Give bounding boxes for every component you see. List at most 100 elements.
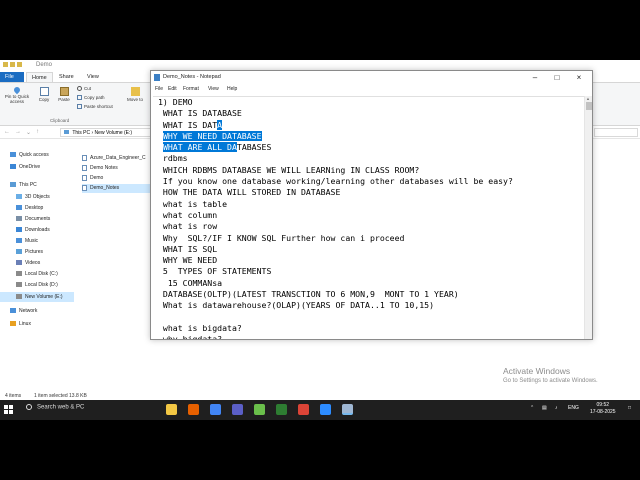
move-to-icon [130,87,140,96]
notepad-line: WHY WE NEED [158,255,218,266]
sheets-icon[interactable] [276,404,287,415]
search-icon [26,404,32,410]
tree-item[interactable]: Local Disk (D:) [0,280,74,290]
tree-item[interactable]: OneDrive [0,162,74,172]
pc-icon [64,130,69,134]
notepad-line: WHAT ARE ALL DATABASES [162,142,272,153]
tree-item-icon [16,238,22,244]
up-arrow-icon[interactable]: ↑ [36,129,39,135]
tree-item[interactable]: Downloads [0,225,74,235]
notepad-line: What is datawarehouse?(OLAP)(YEARS OF DA… [158,300,435,311]
cut-button[interactable]: Cut [77,86,92,92]
tree-item-label: Pictures [25,249,44,255]
file-list-item[interactable]: Azure_Data_Engineer_C [82,154,150,163]
chrome-red-icon[interactable] [298,404,309,415]
tree-item[interactable]: Network [0,306,74,316]
tree-item[interactable]: Local Disk (C:) [0,269,74,279]
tree-item[interactable]: This PC [0,180,74,190]
volume-icon[interactable]: ♪ [555,405,558,411]
menu-edit[interactable]: Edit [168,86,177,92]
tree-item[interactable]: Videos [0,258,74,268]
tree-item[interactable]: New Volume (E:) [0,292,74,302]
taskbar-clock[interactable]: 09:52 17-08-2025 [590,402,616,416]
tree-item[interactable]: 3D Objects [0,192,74,202]
scroll-thumb[interactable] [586,102,592,110]
tree-item[interactable]: Pictures [0,247,74,257]
selected-text: WHY WE NEED DATABASE [162,130,262,141]
paste-button[interactable]: Paste [55,87,73,102]
address-bar[interactable]: This PC › New Volume (E:) [60,128,152,137]
tree-item-icon [10,152,16,158]
close-button[interactable]: × [568,72,590,83]
tree-item-icon [10,308,16,314]
file-list-item[interactable]: Demo [82,174,150,183]
pin-label: Pin to Quick access [4,94,30,104]
forward-arrow-icon[interactable]: → [15,129,21,135]
tree-item-icon [16,227,22,233]
scroll-up-icon[interactable]: ▲ [586,96,590,101]
network-icon[interactable]: ▤ [542,405,547,411]
tree-item-label: Local Disk (C:) [25,271,58,277]
copy-path-button[interactable]: Copy path [77,95,105,101]
tree-item-label: Quick access [19,152,49,158]
paste-label: Paste [58,97,70,102]
tree-item[interactable]: Quick access [0,150,74,160]
notepad-icon[interactable] [342,404,353,415]
breadcrumb-new-volume[interactable]: New Volume (E:) [95,130,133,136]
chrome-icon[interactable] [210,404,221,415]
quick-access-toolbar[interactable] [3,62,31,69]
taskbar-search-label: Search web & PC [37,404,85,411]
notification-icon[interactable]: □ [628,405,631,411]
tree-item[interactable]: Documents [0,214,74,224]
notepad-text-content: 1) DEMO WHAT IS DATABASE WHAT IS DATA WH… [153,97,584,339]
copy-label: Copy [38,97,50,102]
tray-chevron-icon[interactable]: ⌃ [530,405,534,411]
notepad-app-icon [154,74,160,81]
tree-item-label: This PC [19,182,37,188]
tree-item-label: Desktop [25,205,44,211]
tab-view[interactable]: View [82,72,104,82]
file-explorer-icon[interactable] [166,404,177,415]
notepad-plus-icon[interactable] [254,404,265,415]
language-indicator[interactable]: ENG [568,405,579,411]
file-list-item[interactable]: Demo Notes [82,164,150,173]
back-arrow-icon[interactable]: ← [4,129,10,135]
taskbar-search[interactable]: Search web & PC [26,404,84,411]
menu-view[interactable]: View [208,86,219,92]
copy-button[interactable]: Copy [36,87,52,102]
tree-item-icon [16,216,22,222]
menu-file[interactable]: File [155,86,163,92]
maximize-button[interactable]: □ [546,72,568,83]
recent-chevron-icon[interactable]: ⌄ [26,129,31,136]
menu-format[interactable]: Format [183,86,199,92]
clock-date: 17-08-2025 [590,409,616,415]
minimize-button[interactable]: – [524,72,546,83]
pin-quick-access-button[interactable]: Pin to Quick access [2,85,32,104]
tree-item[interactable]: Music [0,236,74,246]
tab-share[interactable]: Share [54,72,79,82]
teams-icon[interactable] [232,404,243,415]
tree-item-label: Documents [25,216,51,222]
breadcrumb-this-pc[interactable]: This PC [72,130,90,136]
zoom-icon[interactable] [320,404,331,415]
menu-help[interactable]: Help [227,86,237,92]
firefox-icon[interactable] [188,404,199,415]
paste-shortcut-button[interactable]: Paste shortcut [77,104,113,110]
cut-label: Cut [84,86,92,91]
watermark-line2: Go to Settings to activate Windows. [503,378,598,384]
notepad-title-bar[interactable]: Demo_Notes - Notepad – □ × [151,71,592,85]
file-list-item[interactable]: Demo_Notes [82,184,150,193]
windows-start-icon[interactable] [4,405,14,415]
notepad-text-area[interactable]: 1) DEMO WHAT IS DATABASE WHAT IS DATA WH… [153,96,584,339]
file-name: Demo Notes [90,165,118,171]
explorer-search-input[interactable] [594,128,638,137]
explorer-title: Demo [36,62,53,68]
tree-item[interactable]: Linux [0,319,74,329]
move-to-button[interactable]: Move to [124,87,146,102]
file-name: Demo_Notes [90,185,120,191]
tab-file[interactable]: File [0,72,24,82]
tree-item[interactable]: Desktop [0,203,74,213]
notepad-vertical-scrollbar[interactable]: ▲ [584,96,592,339]
notepad-line: DATABASE(OLTP)(LATEST TRANSCTION TO 6 MO… [158,289,459,300]
tab-home[interactable]: Home [26,72,53,82]
